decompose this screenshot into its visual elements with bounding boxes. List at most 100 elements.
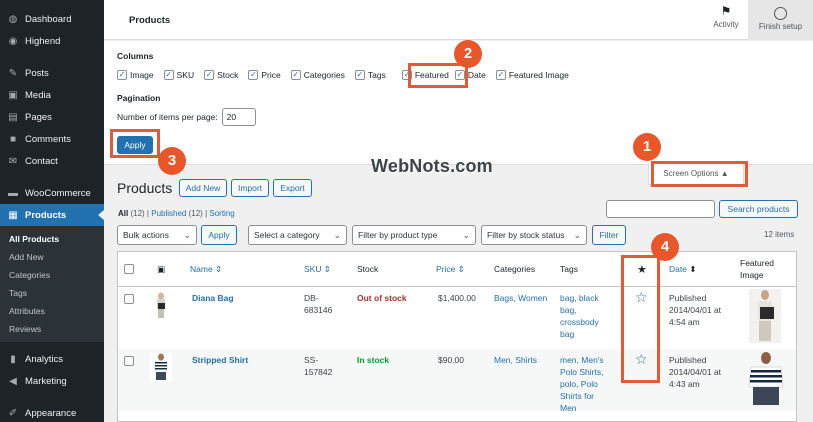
date-line: Published xyxy=(669,355,707,365)
comment-icon: ■ xyxy=(9,133,17,145)
checkbox-checked[interactable]: ✓ xyxy=(117,70,127,80)
sidebar-item-contact[interactable]: ✉ Contact xyxy=(0,150,104,172)
sidebar-item-pages[interactable]: ▤ Pages xyxy=(0,106,104,128)
status-filter-links: All (12) | Published (12) | Sorting xyxy=(118,209,235,218)
tag-line[interactable]: bag xyxy=(560,328,599,340)
bulk-actions-select[interactable]: Bulk actions ⌄ xyxy=(117,225,197,245)
filter-sorting[interactable]: Sorting xyxy=(209,209,234,218)
column-toggle-image[interactable]: ✓ Image xyxy=(117,70,154,80)
checkbox-unchecked[interactable] xyxy=(124,294,134,304)
tag-line[interactable]: bag, xyxy=(560,304,599,316)
tag-line[interactable]: Polo Shirts, xyxy=(560,366,604,378)
products-submenu: All Products Add New Categories Tags Att… xyxy=(0,226,104,342)
bulk-apply-button[interactable]: Apply xyxy=(201,225,237,245)
filter-published[interactable]: Published xyxy=(151,209,186,218)
sidebar-item-dashboard[interactable]: ◍ Dashboard xyxy=(0,8,104,30)
product-name-link[interactable]: Stripped Shirt xyxy=(192,354,248,366)
checkbox-label: Categories xyxy=(303,70,345,80)
column-toggle-sku[interactable]: ✓ SKU xyxy=(163,70,194,80)
featured-image-thumbnail[interactable] xyxy=(743,351,789,405)
checkbox-unchecked[interactable] xyxy=(124,264,134,274)
sidebar-item-label: Posts xyxy=(25,67,49,79)
watermark: WebNots.com xyxy=(371,156,493,176)
pin-icon: ✎ xyxy=(8,67,18,79)
sidebar-item-comments[interactable]: ■ Comments xyxy=(0,128,104,150)
add-new-button[interactable]: Add New xyxy=(179,179,227,197)
checkbox-checked[interactable]: ✓ xyxy=(248,70,259,80)
column-toggle-tags[interactable]: ✓ Tags xyxy=(354,70,386,80)
checkbox-checked[interactable]: ✓ xyxy=(204,70,215,80)
tag-line[interactable]: men, Men's xyxy=(560,354,604,366)
per-page-label: Number of items per page: xyxy=(117,112,218,122)
tag-line[interactable]: Men xyxy=(560,402,604,414)
search-products-button[interactable]: Search products xyxy=(719,200,798,218)
col-sku[interactable]: SKU ⇕ xyxy=(304,252,331,286)
chevron-down-icon: ⌄ xyxy=(573,230,581,240)
top-header: Products ⚑ Activity Finish setup xyxy=(104,0,813,40)
filter-all-count: (12) xyxy=(130,209,145,218)
product-categories[interactable]: Bags, Women xyxy=(494,292,547,304)
annotation-marker-4: 4 xyxy=(651,233,679,261)
tag-line[interactable]: crossbody xyxy=(560,316,599,328)
tag-line[interactable]: polo, Polo xyxy=(560,378,604,390)
finish-setup-label: Finish setup xyxy=(758,22,803,31)
sidebar-item-marketing[interactable]: ◀ Marketing xyxy=(0,370,104,392)
row-checkbox[interactable] xyxy=(124,356,137,369)
checkbox-checked[interactable]: ✓ xyxy=(163,70,174,80)
search-input[interactable] xyxy=(606,200,715,218)
per-page-input[interactable]: 20 xyxy=(221,108,256,126)
filter-button[interactable]: Filter xyxy=(592,225,626,245)
product-thumbnail[interactable] xyxy=(150,353,172,381)
checkbox-checked[interactable]: ✓ xyxy=(495,70,506,80)
product-thumbnail[interactable] xyxy=(151,291,171,319)
sidebar-item-highend[interactable]: ◉ Highend xyxy=(0,30,104,52)
sidebar-item-woocommerce[interactable]: ▬ WooCommerce xyxy=(0,182,104,204)
filter-all[interactable]: All xyxy=(118,209,128,218)
stock-status-select[interactable]: Filter by stock status ⌄ xyxy=(481,225,587,245)
featured-image-thumbnail[interactable] xyxy=(749,289,781,343)
category-select[interactable]: Select a category ⌄ xyxy=(248,225,347,245)
media-icon: ▣ xyxy=(8,89,18,101)
table-row: Stripped Shirt SS- 157842 In stock $90.00… xyxy=(118,349,796,414)
column-toggle-categories[interactable]: ✓ Categories xyxy=(290,70,345,80)
finish-setup-button[interactable]: Finish setup xyxy=(748,0,813,40)
import-button[interactable]: Import xyxy=(231,179,269,197)
columns-checkbox-row: ✓ Image ✓ SKU ✓ Stock ✓ Price ✓ Categories ✓ T… xyxy=(117,70,579,80)
sidebar-item-appearance[interactable]: ✐ Appearance xyxy=(0,402,104,422)
checkbox-checked[interactable]: ✓ xyxy=(290,70,301,80)
columns-heading: Columns xyxy=(117,51,154,61)
checkbox-unchecked[interactable] xyxy=(124,356,134,366)
product-name-link[interactable]: Diana Bag xyxy=(192,292,234,304)
submenu-reviews[interactable]: Reviews xyxy=(0,320,104,338)
submenu-attributes[interactable]: Attributes xyxy=(0,302,104,320)
row-checkbox[interactable] xyxy=(124,294,137,307)
select-value: Filter by product type xyxy=(358,230,438,240)
column-toggle-featured-image[interactable]: ✓ Featured Image xyxy=(495,70,569,80)
export-button[interactable]: Export xyxy=(273,179,312,197)
select-all-checkbox[interactable] xyxy=(124,252,134,286)
sidebar-item-media[interactable]: ▣ Media xyxy=(0,84,104,106)
product-date: Published 2014/04/01 at 4:43 am xyxy=(669,354,721,390)
submenu-tags[interactable]: Tags xyxy=(0,284,104,302)
col-price[interactable]: Price ⇕ xyxy=(436,252,465,286)
activity-button[interactable]: ⚑ Activity xyxy=(708,4,744,29)
submenu-categories[interactable]: Categories xyxy=(0,266,104,284)
sidebar-item-analytics[interactable]: ▮ Analytics xyxy=(0,348,104,370)
annotation-marker-3: 3 xyxy=(158,147,186,175)
submenu-add-new[interactable]: Add New xyxy=(0,248,104,266)
col-name[interactable]: Name ⇕ xyxy=(190,252,222,286)
sidebar-item-products[interactable]: ▦ Products xyxy=(0,204,104,226)
submenu-all-products[interactable]: All Products xyxy=(0,230,104,248)
tag-line[interactable]: Shirts for xyxy=(560,390,604,402)
sidebar-item-posts[interactable]: ✎ Posts xyxy=(0,62,104,84)
product-type-select[interactable]: Filter by product type ⌄ xyxy=(352,225,476,245)
column-toggle-price[interactable]: ✓ Price xyxy=(248,70,281,80)
column-label: SKU xyxy=(304,264,322,274)
checkbox-checked[interactable]: ✓ xyxy=(354,70,365,80)
column-toggle-stock[interactable]: ✓ Stock xyxy=(204,70,238,80)
progress-ring-icon xyxy=(774,7,787,20)
product-categories[interactable]: Men, Shirts xyxy=(494,354,537,366)
checkbox-label: Image xyxy=(130,70,154,80)
tag-line[interactable]: bag, black xyxy=(560,292,599,304)
column-label: Name xyxy=(190,264,213,274)
